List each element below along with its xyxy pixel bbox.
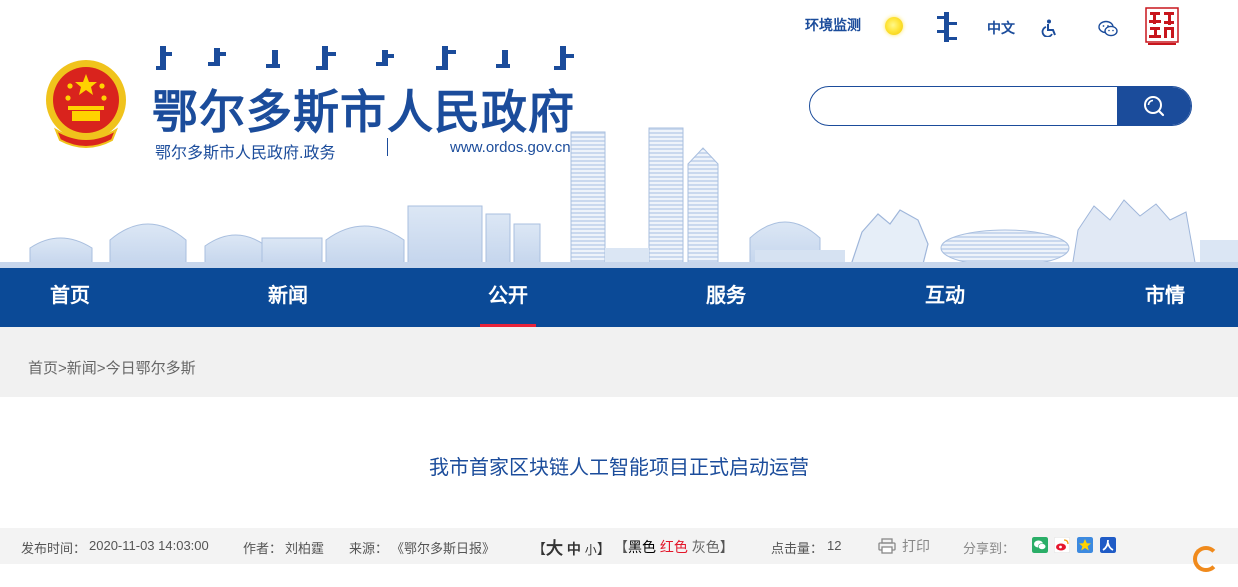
bracket-open: 【: [614, 539, 628, 555]
weibo-share-icon[interactable]: [1054, 537, 1070, 553]
site-search: [809, 86, 1192, 126]
nav-item-home[interactable]: 首页: [50, 268, 90, 327]
breadcrumb-separator: >: [96, 360, 106, 377]
site-url[interactable]: www.ordos.gov.cn: [450, 139, 571, 156]
author-label: 作者：: [243, 541, 283, 556]
site-header: 鄂尔多斯市人民政府 鄂尔多斯市人民政府.政务 www.ordos.gov.cn …: [0, 0, 1238, 268]
national-emblem: [46, 60, 126, 148]
share-label: 分享到：: [963, 541, 1016, 556]
breadcrumb-news[interactable]: 新闻: [67, 360, 97, 377]
font-size-switcher: 【大 中 小】: [532, 534, 611, 559]
mongolian-language-icon[interactable]: [932, 10, 962, 44]
nav-item-service[interactable]: 服务: [706, 268, 746, 327]
environment-monitoring-link[interactable]: 环境监测: [805, 15, 861, 35]
clicks-label: 点击量：: [771, 541, 824, 556]
search-icon: [1144, 96, 1165, 117]
click-count: 12: [827, 538, 842, 553]
site-title[interactable]: 鄂尔多斯市人民政府: [152, 76, 575, 142]
source-name: 《鄂尔多斯日报》: [391, 541, 496, 556]
bracket-close: 】: [596, 541, 611, 557]
search-button[interactable]: [1117, 87, 1191, 125]
nav-item-open[interactable]: 公开: [480, 268, 536, 331]
article-title: 我市首家区块链人工智能项目正式启动运营: [429, 457, 809, 479]
mongolian-site-title: [156, 46, 574, 70]
nav-item-news[interactable]: 新闻: [268, 268, 308, 327]
wheelchair-icon[interactable]: [1040, 19, 1058, 37]
breadcrumb-separator: >: [58, 360, 67, 377]
bracket-open: 【: [532, 541, 546, 557]
printer-icon: [878, 538, 896, 554]
breadcrumb-home[interactable]: 首页: [28, 360, 58, 377]
bracket-close: 】: [719, 539, 734, 555]
qzone-share-icon[interactable]: [1077, 537, 1093, 553]
nav-item-interact[interactable]: 互动: [925, 268, 965, 327]
color-black[interactable]: 黑色: [628, 539, 656, 555]
color-gray[interactable]: 灰色: [692, 539, 720, 555]
publish-label: 发布时间：: [21, 541, 87, 556]
site-subtitle: 鄂尔多斯市人民政府.政务: [155, 145, 336, 162]
wechat-icon[interactable]: [1098, 20, 1118, 38]
weather-sun-icon[interactable]: [885, 17, 903, 35]
chinese-language-link[interactable]: 中文: [987, 18, 1015, 38]
main-nav: 首页 新闻 公开 服务 互动 市情: [0, 268, 1238, 331]
breadcrumb-today-ordos[interactable]: 今日鄂尔多斯: [106, 360, 196, 377]
source-label: 来源：: [349, 541, 389, 556]
font-size-medium[interactable]: 中: [567, 541, 581, 557]
breadcrumb: 首页>新闻>今日鄂尔多斯: [0, 327, 1238, 397]
search-input[interactable]: [810, 87, 1118, 125]
loading-spinner-icon: [1193, 546, 1219, 572]
font-size-small[interactable]: 小: [585, 543, 597, 557]
print-button[interactable]: 打印: [878, 536, 930, 556]
nav-item-city-info[interactable]: 市情: [1145, 268, 1185, 327]
author-name: 刘柏霆: [285, 541, 325, 556]
color-red[interactable]: 红色: [660, 539, 688, 555]
color-switcher: 【黑色 红色 灰色】: [614, 537, 734, 557]
wechat-share-icon[interactable]: [1032, 537, 1048, 553]
article-meta-bar: 发布时间： 2020-11-03 14:03:00 作者： 刘柏霆 来源： 《鄂…: [0, 528, 1238, 564]
ordos-online-seal[interactable]: [1144, 6, 1180, 46]
print-label: 打印: [902, 538, 930, 554]
renren-share-icon[interactable]: [1100, 537, 1116, 553]
publish-time: 2020-11-03 14:03:00: [89, 538, 209, 553]
title-divider: [387, 138, 388, 156]
font-size-large[interactable]: 大: [546, 539, 563, 558]
